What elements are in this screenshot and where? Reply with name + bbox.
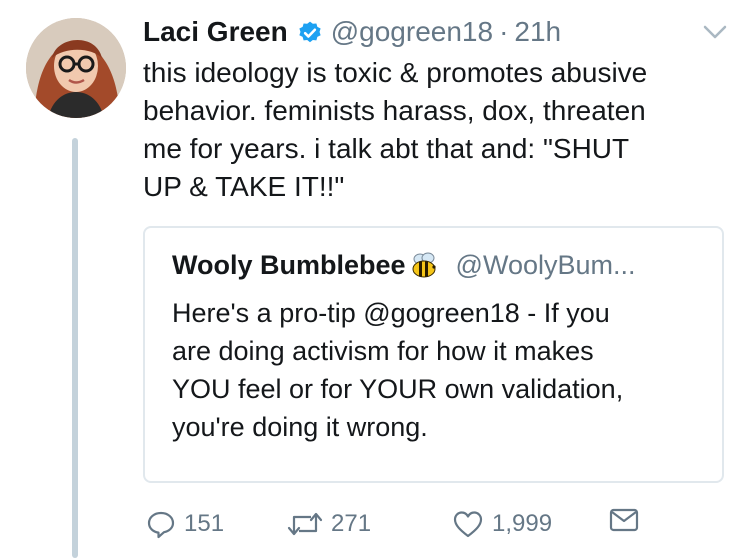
- like-count: 1,999: [492, 510, 553, 537]
- verified-badge-icon: [297, 19, 323, 45]
- heart-icon: [453, 511, 483, 538]
- reply-count: 151: [184, 510, 225, 537]
- quoted-tweet-text: Here's a pro-tip @gogreen18 - If you are…: [172, 294, 712, 446]
- quoted-text-line: Here's a pro-tip @gogreen18 - If you: [172, 298, 610, 328]
- tweet-text-line: this ideology is toxic & promotes abusiv…: [143, 57, 648, 88]
- direct-message-button[interactable]: [609, 507, 647, 533]
- envelope-icon: [609, 508, 639, 532]
- tweet-text: this ideology is toxic & promotes abusiv…: [143, 54, 733, 206]
- reply-button[interactable]: 151: [146, 507, 224, 541]
- quoted-tweet-card[interactable]: Wooly Bumblebee @WoolyBum... Here's a pr…: [143, 226, 724, 483]
- avatar[interactable]: [26, 18, 126, 118]
- quoted-author-handle: @WoolyBum...: [455, 250, 636, 280]
- timestamp[interactable]: 21h: [514, 14, 561, 50]
- chevron-down-icon[interactable]: [703, 24, 727, 40]
- retweet-count: 271: [331, 510, 372, 537]
- thread-line: [72, 138, 78, 558]
- avatar-photo: [26, 18, 126, 118]
- quoted-text-line: you're doing it wrong.: [172, 412, 428, 442]
- quoted-text-line: YOU feel or for YOUR own validation,: [172, 374, 624, 404]
- retweet-button[interactable]: 271: [287, 507, 371, 541]
- quoted-text-line: are doing activism for how it makes: [172, 336, 594, 366]
- quoted-tweet-header: Wooly Bumblebee @WoolyBum...: [172, 247, 636, 283]
- tweet-text-line: behavior. feminists harass, dox, threate…: [143, 95, 646, 126]
- separator-dot: ·: [499, 16, 509, 47]
- bee-emoji-icon: [408, 250, 440, 280]
- action-bar: 151 271 1,999: [146, 507, 646, 543]
- author-handle[interactable]: @gogreen18: [331, 14, 493, 50]
- tweet-text-line: UP & TAKE IT!!": [143, 171, 345, 202]
- retweet-icon: [287, 512, 323, 536]
- reply-icon: [147, 511, 175, 539]
- tweet-text-line: me for years. i talk abt that and: "SHUT: [143, 133, 630, 164]
- like-button[interactable]: 1,999: [452, 507, 552, 541]
- author-name[interactable]: Laci Green: [143, 14, 288, 50]
- tweet-header: Laci Green @gogreen18 · 21h: [143, 14, 561, 50]
- quoted-author-name: Wooly Bumblebee: [172, 250, 406, 280]
